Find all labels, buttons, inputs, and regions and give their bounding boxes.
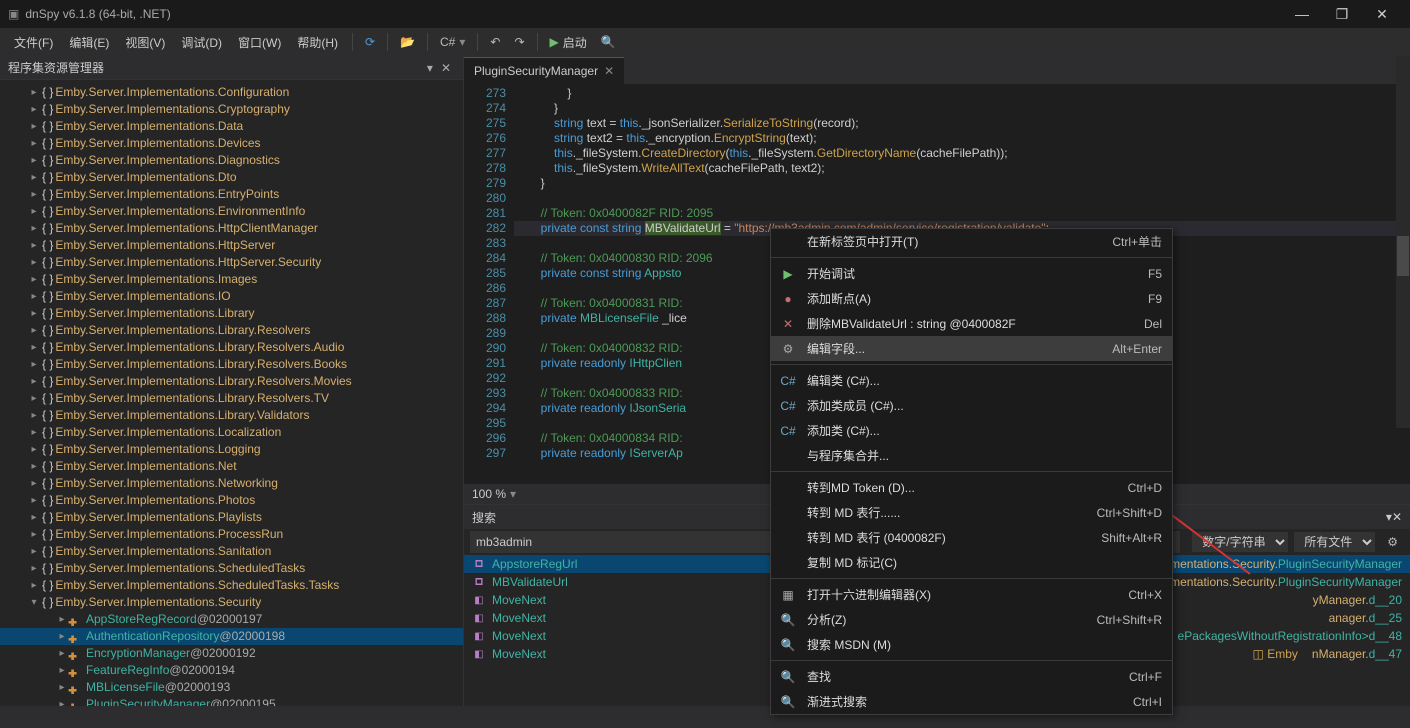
menu-bar: 文件(F)编辑(E)视图(V)调试(D)窗口(W)帮助(H) ⟳ 📂 C# ▾ … [0, 28, 1410, 56]
tree-class[interactable]: ▸🞧PluginSecurityManager @02000195 [0, 696, 463, 706]
context-menu-item[interactable]: 转到MD Token (D)...Ctrl+D [771, 475, 1172, 500]
title-bar: ▣ dnSpy v6.1.8 (64-bit, .NET) — ❐ ✕ [0, 0, 1410, 28]
search-icon[interactable]: 🔍 [595, 31, 622, 53]
menu-item[interactable]: 调试(D) [173, 30, 230, 55]
context-menu-item[interactable]: 🔍渐进式搜索Ctrl+I [771, 689, 1172, 714]
tree-namespace[interactable]: ▸{ } Emby.Server.Implementations.Environ… [0, 203, 463, 220]
context-menu-item[interactable]: 🔍搜索 MSDN (M) [771, 632, 1172, 657]
tab-plugin-security-manager[interactable]: PluginSecurityManager ✕ [464, 57, 624, 84]
tree-namespace[interactable]: ▸{ } Emby.Server.Implementations.Playlis… [0, 509, 463, 526]
tree-namespace[interactable]: ▸{ } Emby.Server.Implementations.Schedul… [0, 577, 463, 594]
close-button[interactable]: ✕ [1362, 6, 1402, 23]
close-icon[interactable]: ✕ [1392, 510, 1402, 524]
tree-namespace[interactable]: ▸{ } Emby.Server.Implementations.Data [0, 118, 463, 135]
context-menu-item[interactable]: 🔍查找Ctrl+F [771, 664, 1172, 689]
editor-scrollbar[interactable] [1396, 56, 1410, 428]
tree-namespace[interactable]: ▸{ } Emby.Server.Implementations.Localiz… [0, 424, 463, 441]
tree-namespace[interactable]: ▸{ } Emby.Server.Implementations.Library [0, 305, 463, 322]
panel-title: 程序集资源管理器 [8, 59, 104, 76]
tree-class[interactable]: ▸🞧MBLicenseFile @02000193 [0, 679, 463, 696]
tree-namespace[interactable]: ▾{ } Emby.Server.Implementations.Securit… [0, 594, 463, 611]
tree-namespace[interactable]: ▸{ } Emby.Server.Implementations.Library… [0, 373, 463, 390]
tree-namespace[interactable]: ▸{ } Emby.Server.Implementations.Dto [0, 169, 463, 186]
run-button[interactable]: ▶ 启动 [544, 30, 593, 55]
context-menu-item[interactable]: C#添加类 (C#)... [771, 418, 1172, 443]
minimize-button[interactable]: — [1282, 6, 1322, 22]
tree-class[interactable]: ▸🞧FeatureRegInfo @02000194 [0, 662, 463, 679]
zoom-level[interactable]: 100 % [472, 487, 506, 501]
tree-namespace[interactable]: ▸{ } Emby.Server.Implementations.Library… [0, 356, 463, 373]
tree-namespace[interactable]: ▸{ } Emby.Server.Implementations.Diagnos… [0, 152, 463, 169]
tree-namespace[interactable]: ▸{ } Emby.Server.Implementations.Logging [0, 441, 463, 458]
context-menu-item[interactable]: ▦打开十六进制编辑器(X)Ctrl+X [771, 582, 1172, 607]
tree-namespace[interactable]: ▸{ } Emby.Server.Implementations.Cryptog… [0, 101, 463, 118]
tree-namespace[interactable]: ▸{ } Emby.Server.Implementations.Library… [0, 322, 463, 339]
tree-namespace[interactable]: ▸{ } Emby.Server.Implementations.Library… [0, 390, 463, 407]
menu-item[interactable]: 文件(F) [6, 30, 61, 55]
tree-namespace[interactable]: ▸{ } Emby.Server.Implementations.Net [0, 458, 463, 475]
filter-files[interactable]: 所有文件 [1294, 532, 1375, 552]
tree-namespace[interactable]: ▸{ } Emby.Server.Implementations.Library… [0, 339, 463, 356]
tree-namespace[interactable]: ▸{ } Emby.Server.Implementations.Photos [0, 492, 463, 509]
tree-namespace[interactable]: ▸{ } Emby.Server.Implementations.Devices [0, 135, 463, 152]
tree-namespace[interactable]: ▸{ } Emby.Server.Implementations.Library… [0, 407, 463, 424]
redo-icon[interactable]: ↷ [508, 31, 530, 53]
app-icon: ▣ [8, 7, 19, 21]
editor-tabs: PluginSecurityManager ✕ [464, 56, 1410, 84]
tree-class[interactable]: ▸🞧AppStoreRegRecord @02000197 [0, 611, 463, 628]
menu-item[interactable]: 窗口(W) [230, 30, 289, 55]
context-menu-item[interactable]: ⚙编辑字段...Alt+Enter [771, 336, 1172, 361]
filter-type[interactable]: 数字/字符串 [1192, 532, 1288, 552]
refresh-icon[interactable]: ⟳ [359, 31, 381, 53]
menu-item[interactable]: 视图(V) [117, 30, 173, 55]
tree-namespace[interactable]: ▸{ } Emby.Server.Implementations.EntryPo… [0, 186, 463, 203]
pin-icon[interactable]: ▾ [423, 61, 437, 75]
context-menu-item[interactable]: ●添加断点(A)F9 [771, 286, 1172, 311]
context-menu-item[interactable]: ✕删除MBValidateUrl : string @0400082FDel [771, 311, 1172, 336]
assembly-explorer: 程序集资源管理器 ▾ ✕ ▸{ } Emby.Server.Implementa… [0, 56, 464, 706]
context-menu-item[interactable]: 转到 MD 表行 (0400082F)Shift+Alt+R [771, 525, 1172, 550]
context-menu-item[interactable]: 与程序集合并... [771, 443, 1172, 468]
tree-view[interactable]: ▸{ } Emby.Server.Implementations.Configu… [0, 80, 463, 706]
tree-namespace[interactable]: ▸{ } Emby.Server.Implementations.Configu… [0, 84, 463, 101]
tree-namespace[interactable]: ▸{ } Emby.Server.Implementations.Sanitat… [0, 543, 463, 560]
close-icon[interactable]: ✕ [604, 64, 614, 78]
tree-namespace[interactable]: ▸{ } Emby.Server.Implementations.HttpSer… [0, 254, 463, 271]
tree-namespace[interactable]: ▸{ } Emby.Server.Implementations.Schedul… [0, 560, 463, 577]
menu-item[interactable]: 编辑(E) [61, 30, 117, 55]
search-title: 搜索 [472, 509, 496, 526]
context-menu-item[interactable]: 转到 MD 表行......Ctrl+Shift+D [771, 500, 1172, 525]
context-menu-item[interactable]: 在新标签页中打开(T)Ctrl+单击 [771, 229, 1172, 254]
tree-namespace[interactable]: ▸{ } Emby.Server.Implementations.HttpSer… [0, 237, 463, 254]
undo-icon[interactable]: ↶ [484, 31, 506, 53]
tree-namespace[interactable]: ▸{ } Emby.Server.Implementations.Images [0, 271, 463, 288]
tree-namespace[interactable]: ▸{ } Emby.Server.Implementations.Process… [0, 526, 463, 543]
menu-item[interactable]: 帮助(H) [289, 30, 346, 55]
maximize-button[interactable]: ❐ [1322, 6, 1362, 23]
context-menu-item[interactable]: 🔍分析(Z)Ctrl+Shift+R [771, 607, 1172, 632]
status-bar [0, 706, 1410, 728]
folder-open-icon[interactable]: 📂 [394, 31, 421, 53]
context-menu-item[interactable]: ▶开始调试F5 [771, 261, 1172, 286]
context-menu-item[interactable]: C#添加类成员 (C#)... [771, 393, 1172, 418]
tree-namespace[interactable]: ▸{ } Emby.Server.Implementations.IO [0, 288, 463, 305]
context-menu-item[interactable]: 复制 MD 标记(C) [771, 550, 1172, 575]
tree-namespace[interactable]: ▸{ } Emby.Server.Implementations.Network… [0, 475, 463, 492]
context-menu-item[interactable]: C#编辑类 (C#)... [771, 368, 1172, 393]
tree-class[interactable]: ▸🞧AuthenticationRepository @02000198 [0, 628, 463, 645]
close-icon[interactable]: ✕ [437, 61, 455, 75]
tree-class[interactable]: ▸🞧EncryptionManager @02000192 [0, 645, 463, 662]
context-menu[interactable]: 在新标签页中打开(T)Ctrl+单击 ▶开始调试F5●添加断点(A)F9✕删除MB… [770, 228, 1173, 715]
window-title: dnSpy v6.1.8 (64-bit, .NET) [25, 7, 170, 21]
settings-icon[interactable]: ⚙ [1381, 531, 1404, 553]
language-dropdown[interactable]: C# ▾ [434, 31, 471, 53]
tree-namespace[interactable]: ▸{ } Emby.Server.Implementations.HttpCli… [0, 220, 463, 237]
